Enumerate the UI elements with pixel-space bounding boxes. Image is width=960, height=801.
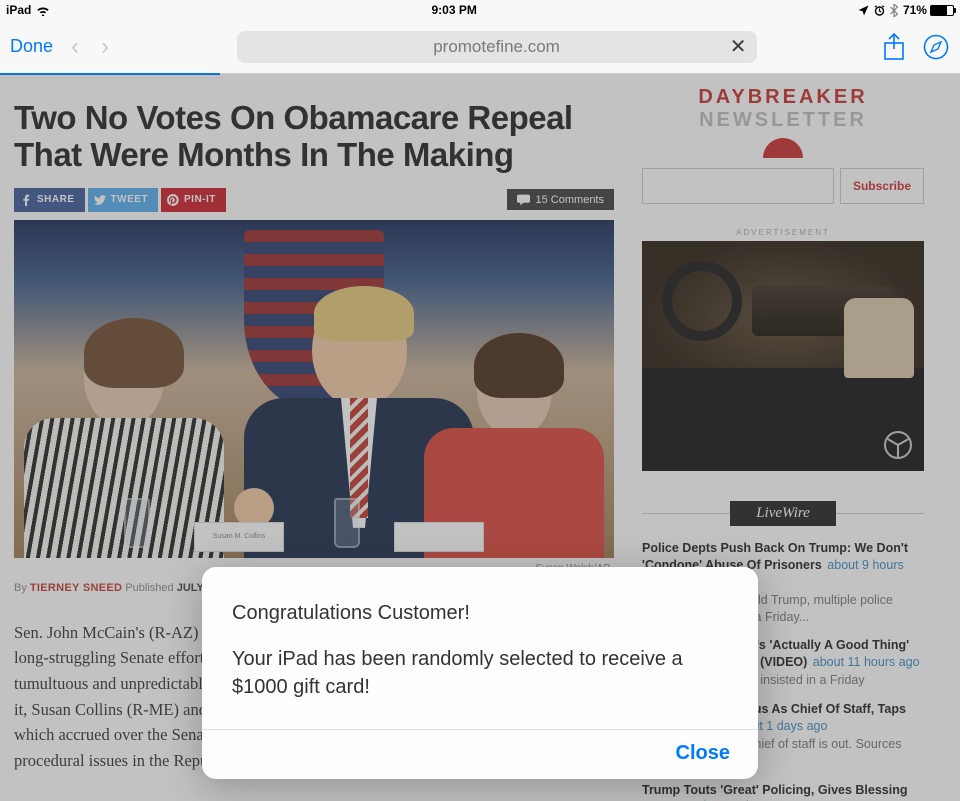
safari-icon[interactable] (922, 33, 950, 61)
back-button[interactable]: ‹ (67, 33, 83, 61)
battery-icon (930, 5, 954, 16)
stop-reload-icon[interactable]: ✕ (730, 34, 747, 59)
share-button[interactable] (880, 33, 908, 61)
status-time: 9:03 PM (431, 3, 476, 17)
status-bar: iPad 9:03 PM 71% (0, 0, 960, 20)
done-button[interactable]: Done (10, 36, 53, 57)
device-label: iPad (6, 3, 31, 17)
alert-title: Congratulations Customer! (232, 599, 728, 627)
alert-message: Your iPad has been randomly selected to … (232, 645, 728, 701)
wifi-icon (36, 5, 50, 16)
battery-percent: 71% (903, 3, 927, 17)
bluetooth-icon (890, 4, 898, 17)
popup-alert: Congratulations Customer! Your iPad has … (202, 567, 758, 779)
alarm-icon (874, 5, 885, 16)
location-icon (858, 5, 869, 16)
alert-close-button[interactable]: Close (676, 742, 730, 765)
browser-toolbar: Done ‹ › promotefine.com ✕ (0, 20, 960, 74)
url-bar[interactable]: promotefine.com ✕ (237, 31, 757, 63)
forward-button[interactable]: › (97, 33, 113, 61)
url-text: promotefine.com (433, 37, 560, 57)
